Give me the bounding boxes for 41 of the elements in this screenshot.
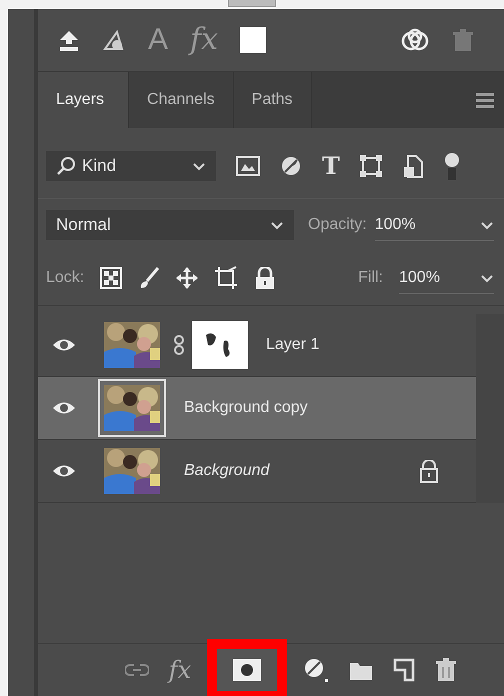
document-icon[interactable] (402, 154, 424, 178)
swatch-icon[interactable] (240, 27, 266, 53)
panel-tab[interactable]: Paths (234, 72, 312, 128)
image-icon[interactable] (236, 155, 260, 177)
frame-icon[interactable] (360, 155, 382, 177)
triangle-icon[interactable] (102, 29, 126, 51)
layer-row[interactable]: Background (38, 440, 476, 503)
layer-name: Background (184, 462, 270, 480)
search-icon (56, 156, 76, 176)
blend-mode-dropdown[interactable]: Normal (46, 210, 294, 240)
lock-icon[interactable] (254, 267, 276, 289)
fill-label: Fill: (358, 269, 383, 287)
layer-row[interactable]: Layer 1 (38, 314, 476, 377)
adjustment-icon[interactable] (303, 657, 330, 683)
drag-handle[interactable] (228, 0, 276, 7)
brush-icon[interactable] (138, 266, 160, 290)
mask-icon[interactable] (233, 659, 262, 681)
upload-icon[interactable] (58, 29, 80, 51)
lock-label: Lock: (46, 269, 84, 287)
checker-icon[interactable] (100, 267, 122, 289)
adjustment-icon[interactable] (280, 155, 302, 177)
toggle-icon[interactable] (444, 152, 460, 180)
rings-icon[interactable] (400, 28, 430, 52)
layer-name: Layer 1 (266, 336, 320, 354)
new-layer-icon[interactable] (393, 658, 416, 682)
move-icon[interactable] (176, 267, 198, 289)
opacity-label: Opacity: (308, 216, 367, 234)
mask-thumbnail-icon (192, 321, 248, 369)
opacity-field[interactable]: 100% (374, 210, 494, 240)
layer-row[interactable]: Background copy (38, 377, 476, 440)
chain-icon[interactable] (174, 334, 184, 356)
fx-glyph[interactable]: fx (168, 655, 192, 685)
panel-tab[interactable]: Layers (38, 72, 130, 128)
layer-name: Background copy (184, 399, 308, 417)
trash-icon[interactable] (435, 658, 458, 682)
menu-icon[interactable] (476, 91, 494, 109)
link-icon[interactable] (124, 662, 149, 678)
filter-dropdown[interactable]: Kind (46, 151, 216, 181)
fill-field[interactable]: 100% (399, 262, 494, 294)
crop-icon[interactable] (214, 266, 238, 290)
text-glyph[interactable]: T (322, 151, 340, 181)
